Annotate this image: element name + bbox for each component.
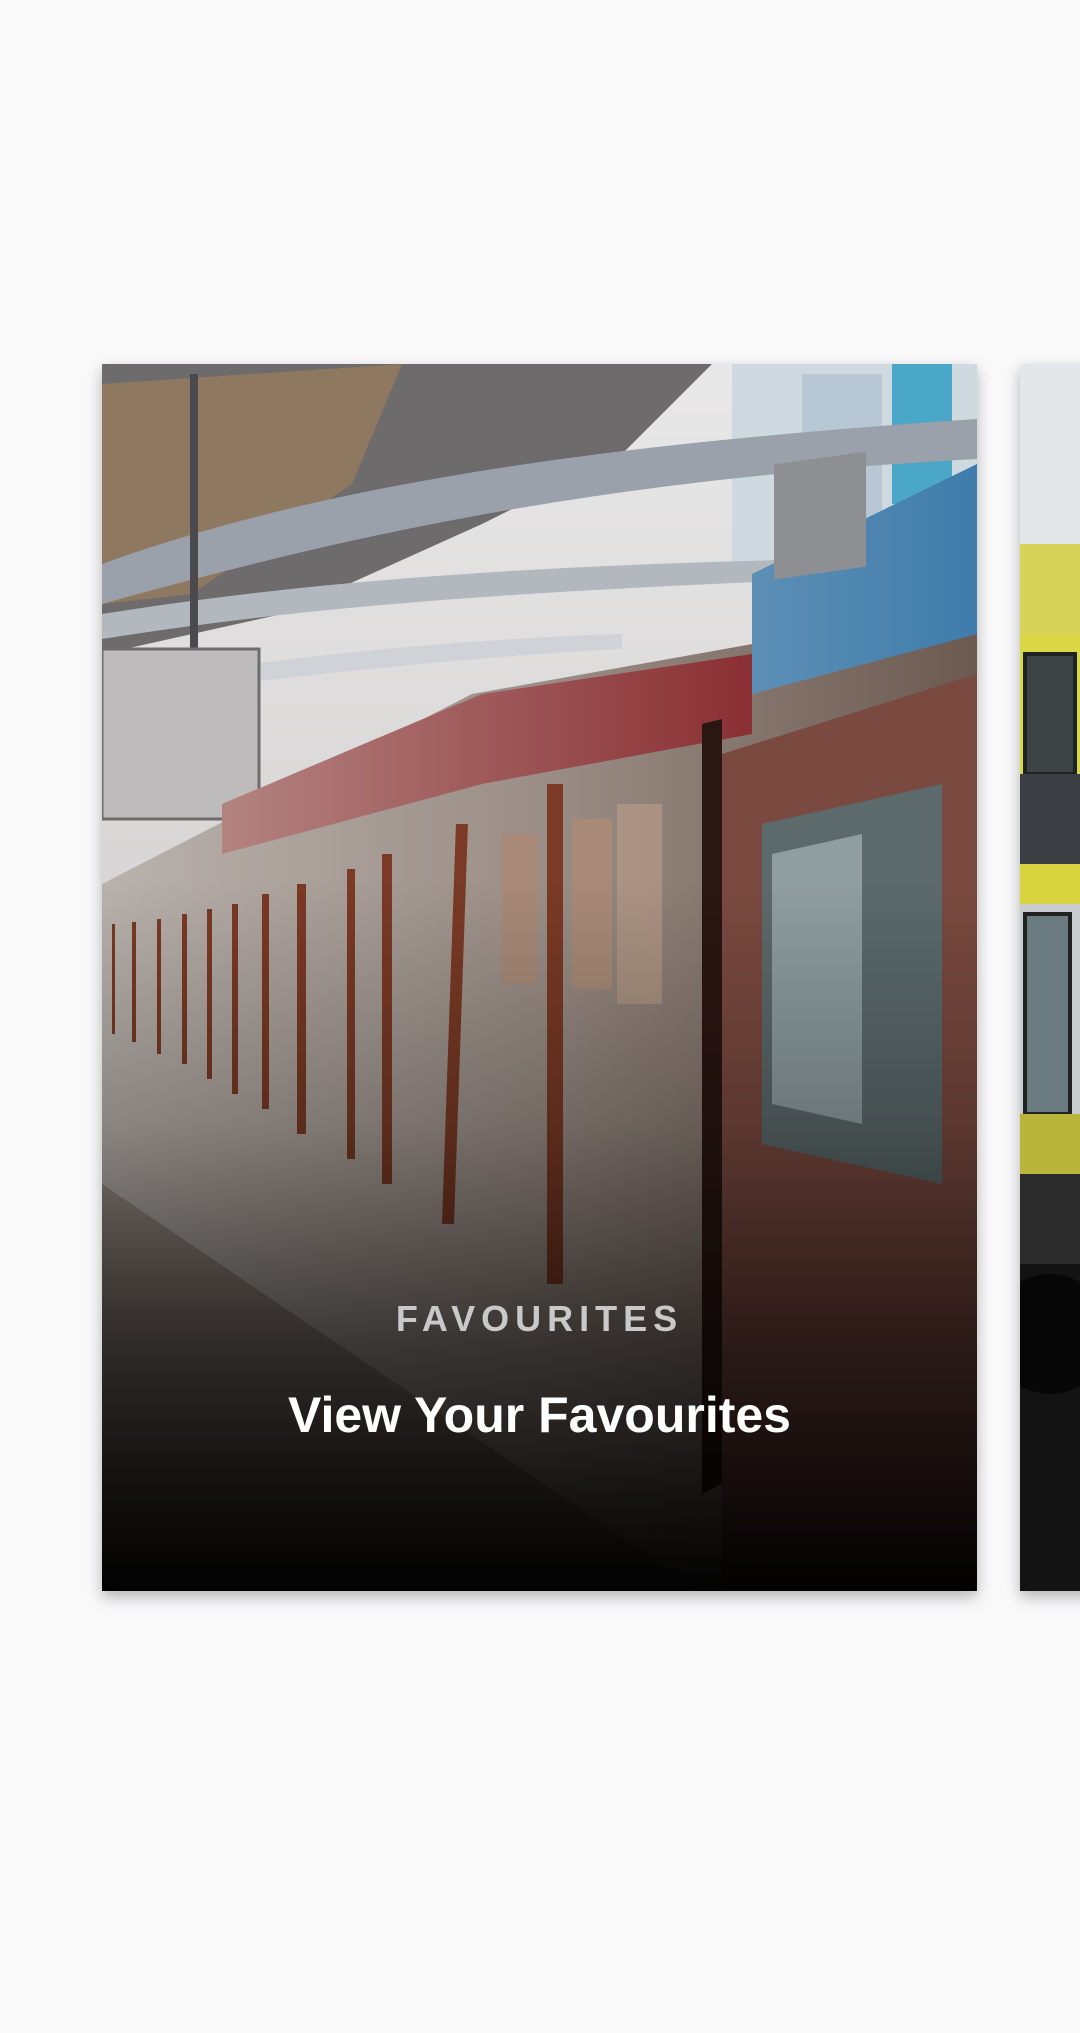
card-title: View Your Favourites	[288, 1387, 791, 1443]
card-eyebrow: FAVOURITES	[395, 1298, 684, 1339]
yellow-bus-image	[1020, 364, 1080, 1591]
next-card-peek[interactable]	[1020, 364, 1080, 1591]
favourites-card[interactable]: FAVOURITES View Your Favourites	[102, 364, 977, 1591]
screen: FAVOURITES View Your Favourites	[0, 0, 1080, 2033]
